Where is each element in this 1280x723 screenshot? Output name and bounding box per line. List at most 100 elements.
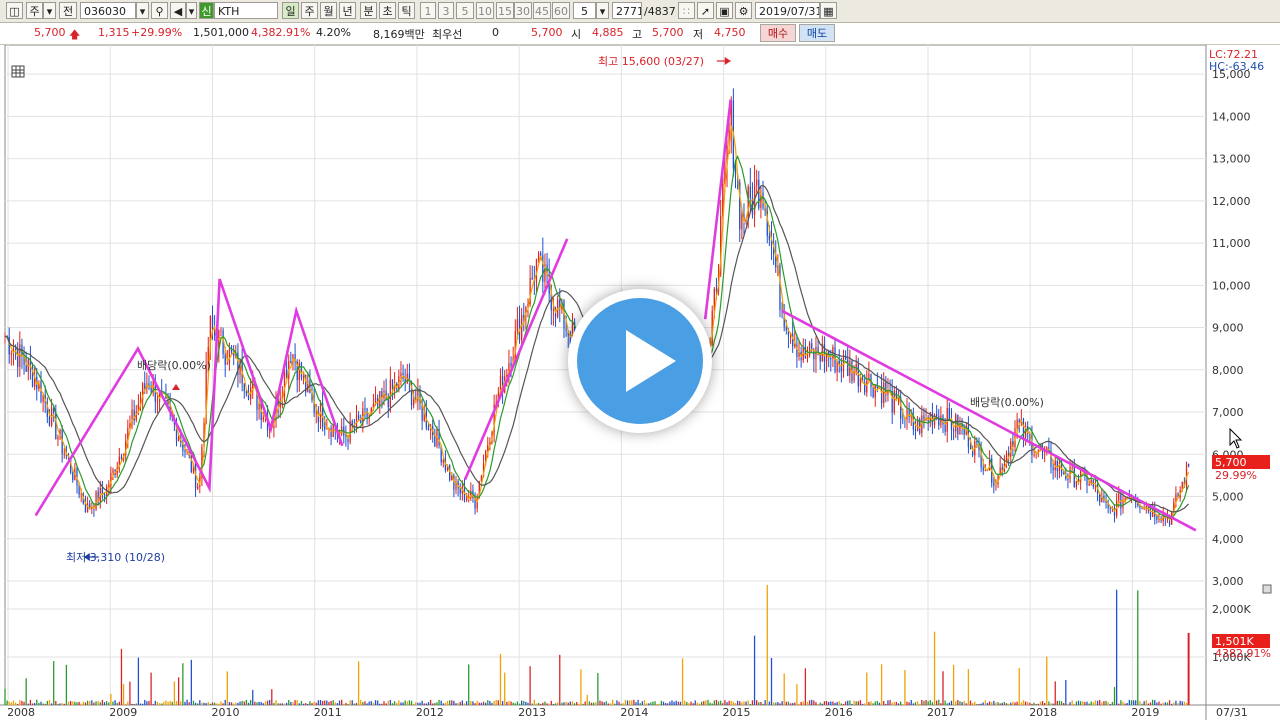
price-tick-label: 14,000 [1212, 110, 1251, 123]
volume-bar [171, 701, 173, 705]
volume-bar [675, 700, 677, 705]
period-tab-minute[interactable]: 분 [360, 2, 377, 19]
interval-input[interactable]: 5 [573, 2, 596, 19]
volume-bar [1185, 702, 1188, 705]
volume-bar [717, 701, 720, 705]
year-tick-label: 2012 [416, 706, 444, 719]
volume-bar [40, 701, 42, 705]
volume-bar [360, 699, 362, 705]
volume-bar [1130, 700, 1133, 705]
price-candle [465, 498, 468, 501]
volume-bar [1094, 700, 1097, 705]
speaker-icon[interactable]: ◀ [170, 2, 186, 19]
price-candle [459, 488, 461, 494]
stock-code-input[interactable]: 036030 [80, 2, 136, 19]
period-tab-month[interactable]: 월 [320, 2, 337, 19]
search-icon[interactable]: ⚲ [151, 2, 168, 19]
grid-dots-icon[interactable]: ∷ [678, 2, 695, 19]
volume-bar [449, 700, 451, 705]
period-tab-week[interactable]: 주 [301, 2, 318, 19]
period-tab-day[interactable]: 일 [282, 2, 299, 19]
market-type-select[interactable]: 주 [26, 2, 43, 19]
volume-bar [125, 703, 127, 705]
volume-bar [931, 702, 934, 705]
volume-bar [955, 701, 957, 705]
volume-bar [662, 701, 665, 705]
volume-bar [288, 699, 290, 705]
price-candle [1016, 419, 1018, 429]
volume-bar [1111, 701, 1114, 705]
ask-price: 5,700 [531, 26, 563, 39]
volume-bar [141, 703, 144, 705]
interval-button-1[interactable]: 1 [420, 2, 436, 19]
table-icon[interactable] [11, 65, 25, 78]
volume-bar [563, 702, 565, 705]
volume-bar [736, 700, 739, 705]
stock-name-field[interactable]: KTH [214, 2, 278, 19]
volume-bar [758, 702, 760, 705]
volume-bar [686, 701, 688, 705]
gear-icon[interactable]: ⚙ [735, 2, 752, 19]
calendar-icon[interactable]: ▦ [820, 2, 837, 19]
price-candle [1075, 480, 1078, 488]
position-input[interactable]: 2771 [612, 2, 642, 19]
volume-bar [330, 701, 332, 705]
interval-button-45[interactable]: 45 [533, 2, 551, 19]
volume-bar [199, 700, 201, 705]
volume-bar [535, 703, 538, 705]
chevron-down-icon[interactable]: ▾ [186, 2, 197, 19]
volume-bar [393, 701, 396, 705]
interval-button-3[interactable]: 3 [438, 2, 454, 19]
prev-button[interactable]: 전 [59, 2, 77, 19]
period-tab-year[interactable]: 년 [339, 2, 356, 19]
date-input[interactable]: 2019/07/31 [755, 2, 820, 19]
trend-line-icon[interactable]: ➚ [697, 2, 714, 19]
panel-layout-icon[interactable]: ◫ [6, 2, 23, 19]
price-candle [906, 408, 908, 420]
price-tick-label: 3,000 [1212, 575, 1244, 588]
volume-bar [425, 703, 428, 705]
interval-button-10[interactable]: 10 [476, 2, 494, 19]
volume-bar [273, 702, 275, 705]
volume-bar [478, 702, 480, 705]
volume-bar [25, 678, 27, 705]
volume-bar [370, 701, 372, 705]
volume-bar [207, 702, 209, 705]
chevron-down-icon[interactable]: ▾ [136, 2, 149, 19]
period-tab-second[interactable]: 초 [379, 2, 396, 19]
play-button-circle[interactable] [577, 298, 703, 424]
period-tab-tick[interactable]: 틱 [398, 2, 415, 19]
interval-button-5[interactable]: 5 [456, 2, 474, 19]
play-button[interactable] [568, 289, 712, 433]
interval-button-15[interactable]: 15 [496, 2, 514, 19]
chevron-down-icon[interactable]: ▾ [43, 2, 56, 19]
buy-button[interactable]: 매수 [760, 24, 796, 42]
volume-bar [544, 701, 546, 705]
volume-bar [972, 702, 974, 705]
volume-bar [842, 703, 845, 705]
volume-bar [50, 703, 53, 705]
volume-bar [1132, 700, 1135, 705]
close-pane-icon[interactable] [1262, 584, 1272, 594]
volume-bar [116, 702, 118, 705]
trade-amount: 8,169백만 [373, 28, 425, 41]
price-candle [427, 427, 430, 431]
volume-bar [321, 701, 324, 705]
volume-bar [324, 700, 326, 705]
volume-bar [705, 700, 707, 705]
volume-bar [698, 703, 701, 705]
save-icon[interactable]: ▣ [716, 2, 733, 19]
dividend-marker [172, 384, 180, 390]
volume-bar [552, 703, 555, 705]
sell-button[interactable]: 매도 [799, 24, 835, 42]
volume-bar [296, 700, 298, 705]
interval-button-60[interactable]: 60 [552, 2, 570, 19]
volume-bar [1151, 699, 1154, 705]
volume-bar [400, 702, 402, 705]
price-tick-label: 11,000 [1212, 237, 1251, 250]
interval-button-30[interactable]: 30 [514, 2, 532, 19]
volume-bar [605, 701, 607, 705]
price-candle [537, 253, 540, 260]
volume-bar [559, 654, 561, 705]
chevron-down-icon[interactable]: ▾ [596, 2, 609, 19]
